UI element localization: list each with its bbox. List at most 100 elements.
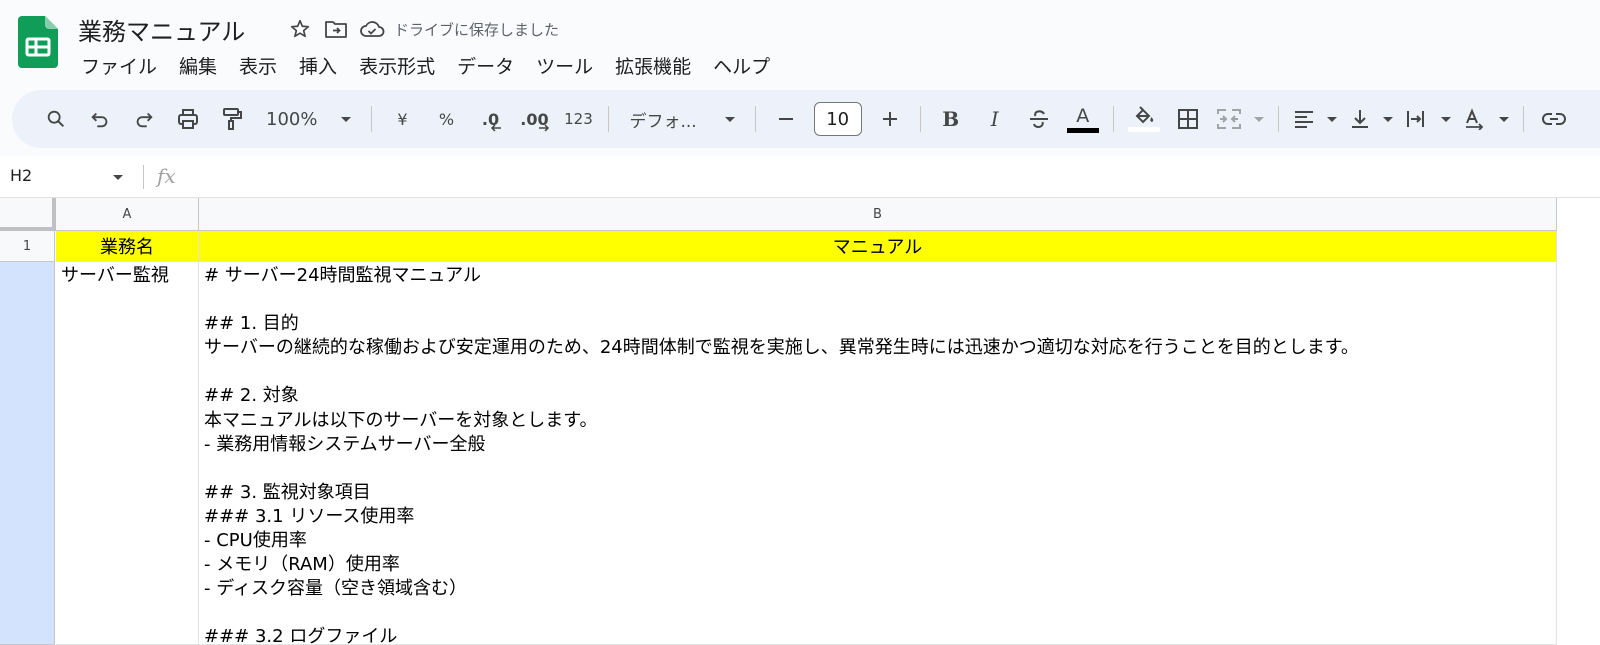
cell-a1[interactable]: 業務名: [56, 231, 199, 262]
menu-extensions[interactable]: 拡張機能: [604, 50, 702, 81]
fill-color-bar: [1127, 127, 1160, 132]
text-color-button[interactable]: A: [1065, 101, 1101, 137]
star-icon[interactable]: [282, 14, 318, 44]
zoom-select[interactable]: 100%: [258, 101, 359, 137]
column-header-a[interactable]: A: [56, 198, 199, 231]
menu-edit[interactable]: 編集: [168, 50, 228, 81]
font-size-input[interactable]: 10: [813, 102, 862, 136]
row-header-1[interactable]: 1: [0, 231, 55, 262]
toolbar-divider: [371, 106, 373, 132]
strikethrough-button[interactable]: [1021, 101, 1057, 137]
redo-button[interactable]: [126, 101, 162, 137]
toolbar-divider: [919, 106, 921, 132]
arrow-left-icon: [491, 124, 502, 132]
text-rotation-icon: [1465, 108, 1483, 130]
toolbar-area: 100% ¥ % .0 .00 123 デフォ... 10 B I A: [0, 88, 1600, 156]
toolbar: 100% ¥ % .0 .00 123 デフォ... 10 B I A: [12, 90, 1600, 148]
toolbar-divider: [1522, 106, 1524, 132]
menu-file[interactable]: ファイル: [70, 50, 168, 81]
align-left-icon: [1294, 111, 1313, 128]
select-all-corner[interactable]: [0, 198, 56, 231]
save-status: ドライブに保存しました: [394, 20, 560, 39]
title-actions: ドライブに保存しました: [282, 14, 559, 44]
cell-b1[interactable]: マニュアル: [199, 231, 1557, 262]
paint-format-button[interactable]: [214, 101, 250, 137]
insert-link-button[interactable]: [1536, 101, 1572, 137]
name-box[interactable]: H2: [10, 166, 32, 185]
spreadsheet-grid: A B 1 業務名 マニュアル サーバー監視 # サーバー24時間監視マニュアル…: [0, 198, 1600, 645]
fill-color-button[interactable]: [1126, 101, 1162, 137]
toolbar-divider: [754, 106, 756, 132]
undo-icon: [91, 112, 108, 128]
minus-icon: [778, 118, 793, 120]
chevron-down-icon: [1382, 116, 1393, 122]
chevron-down-icon: [341, 116, 352, 122]
plus-icon: [882, 112, 897, 126]
app-header: 業務マニュアル ドライブに保存しました ファイル 編集 表示 挿入 表示形式 デ…: [0, 0, 1600, 88]
print-button[interactable]: [170, 101, 206, 137]
strikethrough-icon: [1029, 110, 1048, 129]
row-header-2[interactable]: [0, 262, 55, 645]
zoom-value: 100%: [266, 108, 318, 130]
borders-icon: [1177, 109, 1198, 129]
menu-tools[interactable]: ツール: [525, 50, 604, 81]
decrease-decimal-button[interactable]: .0: [472, 101, 508, 137]
bold-button[interactable]: B: [933, 101, 969, 137]
undo-button[interactable]: [82, 101, 118, 137]
menu-help[interactable]: ヘルプ: [702, 50, 781, 81]
search-menus-button[interactable]: [38, 101, 74, 137]
text-wrapping-select[interactable]: [1403, 101, 1453, 137]
currency-format-button[interactable]: ¥: [384, 101, 420, 137]
search-icon: [47, 110, 65, 128]
sheets-logo-icon[interactable]: [18, 16, 58, 68]
cell-a2-text: サーバー監視: [61, 265, 169, 286]
italic-button[interactable]: I: [977, 101, 1013, 137]
toolbar-divider: [608, 106, 610, 132]
increase-decimal-button[interactable]: .00: [516, 101, 552, 137]
align-bottom-icon: [1351, 110, 1368, 128]
menu-insert[interactable]: 挿入: [288, 50, 348, 81]
menu-bar: ファイル 編集 表示 挿入 表示形式 データ ツール 拡張機能 ヘルプ: [70, 50, 781, 81]
chevron-down-icon: [724, 116, 735, 122]
document-title[interactable]: 業務マニュアル: [78, 12, 245, 47]
formula-bar: H2 fx: [0, 156, 1600, 198]
increase-font-size-button[interactable]: [872, 101, 908, 137]
cloud-saved-icon[interactable]: [354, 14, 390, 44]
menu-view[interactable]: 表示: [228, 50, 288, 81]
paint-bucket-icon: [1135, 106, 1153, 124]
decrease-font-size-button[interactable]: [768, 101, 804, 137]
font-family-value: デフォ...: [629, 111, 697, 132]
font-family-select[interactable]: デフォ...: [621, 101, 742, 137]
formula-bar-divider: [143, 165, 144, 189]
percent-format-button[interactable]: %: [428, 101, 464, 137]
vertical-align-select[interactable]: [1347, 101, 1395, 137]
text-color-bar: [1066, 127, 1099, 133]
cell-b2[interactable]: # サーバー24時間監視マニュアル ## 1. 目的 サーバーの継続的な稼働およ…: [199, 262, 1557, 645]
cell-b2-text: # サーバー24時間監視マニュアル ## 1. 目的 サーバーの継続的な稼働およ…: [204, 265, 1359, 645]
borders-button[interactable]: [1170, 101, 1206, 137]
text-color-letter: A: [1076, 104, 1090, 127]
chevron-down-icon: [1440, 116, 1451, 122]
arrow-right-icon: [539, 124, 550, 132]
toolbar-divider: [1112, 106, 1114, 132]
column-header-b[interactable]: B: [199, 198, 1557, 231]
empty-column-c[interactable]: [1557, 198, 1600, 645]
cell-a2[interactable]: サーバー監視: [56, 262, 199, 645]
fx-icon: fx: [157, 164, 176, 188]
move-folder-icon[interactable]: [318, 14, 354, 44]
merge-cells-button[interactable]: [1214, 101, 1266, 137]
link-icon: [1541, 113, 1566, 125]
menu-format[interactable]: 表示形式: [348, 50, 446, 81]
paint-format-icon: [223, 108, 242, 130]
redo-icon: [136, 112, 153, 128]
merge-cells-icon: [1216, 109, 1241, 129]
chevron-down-icon: [1498, 116, 1509, 122]
horizontal-align-select[interactable]: [1291, 101, 1339, 137]
text-rotation-select[interactable]: [1461, 101, 1511, 137]
chevron-down-icon: [1253, 116, 1264, 122]
chevron-down-icon: [1326, 116, 1337, 122]
chevron-down-icon[interactable]: [113, 175, 123, 180]
text-wrap-icon: [1406, 111, 1424, 127]
number-format-button[interactable]: 123: [560, 101, 596, 137]
menu-data[interactable]: データ: [446, 50, 525, 81]
